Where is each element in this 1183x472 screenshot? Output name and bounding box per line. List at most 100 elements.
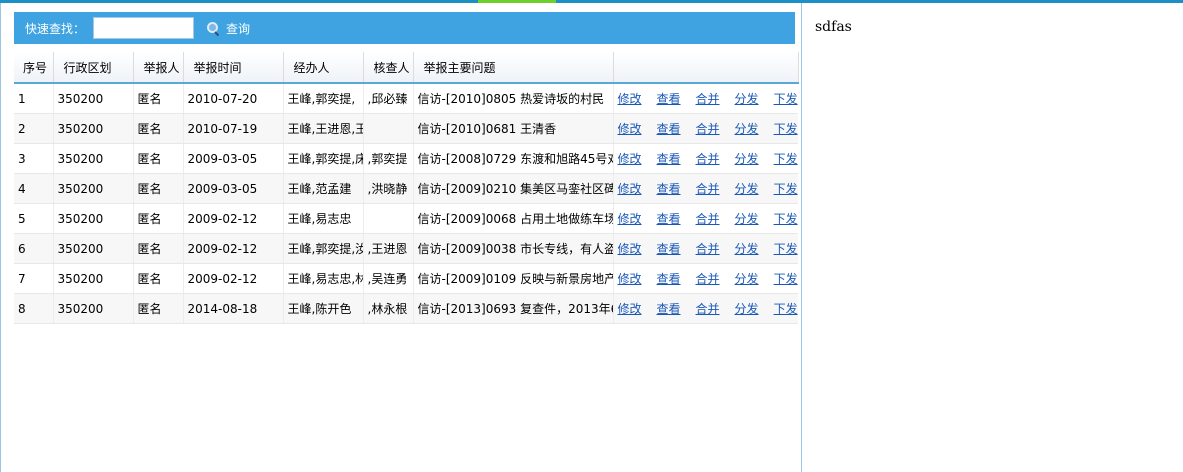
row-actions: 修改 查看 合并 分发 下发 (613, 143, 798, 174)
edit-link[interactable]: 修改 (618, 302, 642, 316)
table-row: 1 350200 匿名 2010-07-20 王峰,郭奕提, ,邱必臻 信访-[2010]0… (14, 83, 798, 114)
row-actions: 修改 查看 合并 分发 下发 (613, 233, 798, 264)
table-body: 1 350200 匿名 2010-07-20 王峰,郭奕提, ,邱必臻 信访-[2010]0… (14, 83, 798, 324)
cell-no: 8 (14, 293, 54, 324)
edit-link[interactable]: 修改 (618, 212, 642, 226)
cell-time: 2009-03-05 (183, 143, 284, 174)
report-table: 序号 行政区划 举报人 举报时间 经办人 核查人 举报主要问题 1 350200 匿名 2010-… (14, 52, 799, 324)
dispatch-link[interactable]: 下发 (774, 272, 798, 286)
row-actions: 修改 查看 合并 分发 下发 (613, 173, 798, 204)
column-header: 核查人 (363, 52, 414, 84)
table-row: 2 350200 匿名 2010-07-19 王峰,王进恩,王 信访-[2010]0681… (14, 113, 798, 144)
view-link[interactable]: 查看 (657, 182, 681, 196)
cell-region: 350200 (53, 83, 134, 114)
cell-no: 2 (14, 113, 54, 144)
table-row: 8 350200 匿名 2014-08-18 王峰,陈开色 ,林永根 信访-[2013]06… (14, 293, 798, 324)
column-header: 举报主要问题 (413, 52, 614, 84)
view-link[interactable]: 查看 (657, 122, 681, 136)
row-actions: 修改 查看 合并 分发 下发 (613, 293, 798, 324)
search-button[interactable]: 查询 (206, 18, 250, 38)
table-row: 7 350200 匿名 2009-02-12 王峰,易志忠,林 ,吴连勇 信访-[2009]… (14, 263, 798, 294)
dispatch-link[interactable]: 下发 (774, 122, 798, 136)
table-row: 6 350200 匿名 2009-02-12 王峰,郭奕提,汝 ,王进恩 信访-[2009]… (14, 233, 798, 264)
view-link[interactable]: 查看 (657, 212, 681, 226)
merge-link[interactable]: 合并 (696, 182, 720, 196)
view-link[interactable]: 查看 (657, 302, 681, 316)
column-header (613, 52, 799, 84)
view-link[interactable]: 查看 (657, 92, 681, 106)
cell-region: 350200 (53, 143, 134, 174)
edit-link[interactable]: 修改 (618, 122, 642, 136)
cell-no: 4 (14, 173, 54, 204)
cell-checker (363, 113, 414, 144)
cell-issue: 信访-[2010]0681 王清香 (413, 113, 614, 144)
cell-reporter: 匿名 (133, 83, 184, 114)
merge-link[interactable]: 合并 (696, 302, 720, 316)
view-link[interactable]: 查看 (657, 272, 681, 286)
distribute-link[interactable]: 分发 (735, 92, 759, 106)
cell-reporter: 匿名 (133, 173, 184, 204)
cell-handler: 王峰,易志忠,林 (283, 263, 364, 294)
cell-region: 350200 (53, 203, 134, 234)
column-header: 行政区划 (53, 52, 134, 84)
dispatch-link[interactable]: 下发 (774, 302, 798, 316)
table-row: 5 350200 匿名 2009-02-12 王峰,易志忠 信访-[2009]0068 占… (14, 203, 798, 234)
cell-time: 2009-02-12 (183, 233, 284, 264)
merge-link[interactable]: 合并 (696, 212, 720, 226)
view-link[interactable]: 查看 (657, 242, 681, 256)
cell-time: 2009-02-12 (183, 263, 284, 294)
cell-region: 350200 (53, 263, 134, 294)
merge-link[interactable]: 合并 (696, 92, 720, 106)
edit-link[interactable]: 修改 (618, 272, 642, 286)
cell-checker (363, 203, 414, 234)
column-header: 举报人 (133, 52, 184, 84)
merge-link[interactable]: 合并 (696, 152, 720, 166)
cell-time: 2009-03-05 (183, 173, 284, 204)
merge-link[interactable]: 合并 (696, 272, 720, 286)
edit-link[interactable]: 修改 (618, 152, 642, 166)
cell-issue: 信访-[2013]0693 复查件，2013年6月 (413, 293, 614, 324)
cell-issue: 信访-[2009]0068 占用土地做练车场的 (413, 203, 614, 234)
edit-link[interactable]: 修改 (618, 242, 642, 256)
cell-time: 2009-02-12 (183, 203, 284, 234)
column-header: 举报时间 (183, 52, 284, 84)
cell-checker: ,王进恩 (363, 233, 414, 264)
view-link[interactable]: 查看 (657, 152, 681, 166)
dispatch-link[interactable]: 下发 (774, 152, 798, 166)
dispatch-link[interactable]: 下发 (774, 212, 798, 226)
distribute-link[interactable]: 分发 (735, 242, 759, 256)
cell-region: 350200 (53, 293, 134, 324)
cell-checker: ,郭奕提 (363, 143, 414, 174)
distribute-link[interactable]: 分发 (735, 152, 759, 166)
distribute-link[interactable]: 分发 (735, 302, 759, 316)
cell-no: 6 (14, 233, 54, 264)
dispatch-link[interactable]: 下发 (774, 242, 798, 256)
cell-handler: 王峰,范孟建 (283, 173, 364, 204)
cell-region: 350200 (53, 233, 134, 264)
search-input[interactable] (93, 17, 194, 39)
merge-link[interactable]: 合并 (696, 242, 720, 256)
cell-time: 2010-07-19 (183, 113, 284, 144)
cell-issue: 信访-[2008]0729 东渡和旭路45号对面 (413, 143, 614, 174)
cell-no: 1 (14, 83, 54, 114)
row-actions: 修改 查看 合并 分发 下发 (613, 203, 798, 234)
distribute-link[interactable]: 分发 (735, 122, 759, 136)
cell-no: 5 (14, 203, 54, 234)
table-row: 3 350200 匿名 2009-03-05 王峰,郭奕提,床 ,郭奕提 信访-[2008]… (14, 143, 798, 174)
cell-issue: 信访-[2009]0210 集美区马銮社区碑头 (413, 173, 614, 204)
cell-reporter: 匿名 (133, 203, 184, 234)
distribute-link[interactable]: 分发 (735, 272, 759, 286)
distribute-link[interactable]: 分发 (735, 182, 759, 196)
merge-link[interactable]: 合并 (696, 122, 720, 136)
dispatch-link[interactable]: 下发 (774, 92, 798, 106)
edit-link[interactable]: 修改 (618, 92, 642, 106)
search-label: 快速查找： (25, 22, 86, 36)
cell-checker: ,林永根 (363, 293, 414, 324)
search-bar: 快速查找： 查询 (14, 12, 795, 44)
cell-handler: 王峰,王进恩,王 (283, 113, 364, 144)
distribute-link[interactable]: 分发 (735, 212, 759, 226)
dispatch-link[interactable]: 下发 (774, 182, 798, 196)
cell-region: 350200 (53, 173, 134, 204)
edit-link[interactable]: 修改 (618, 182, 642, 196)
cell-reporter: 匿名 (133, 113, 184, 144)
